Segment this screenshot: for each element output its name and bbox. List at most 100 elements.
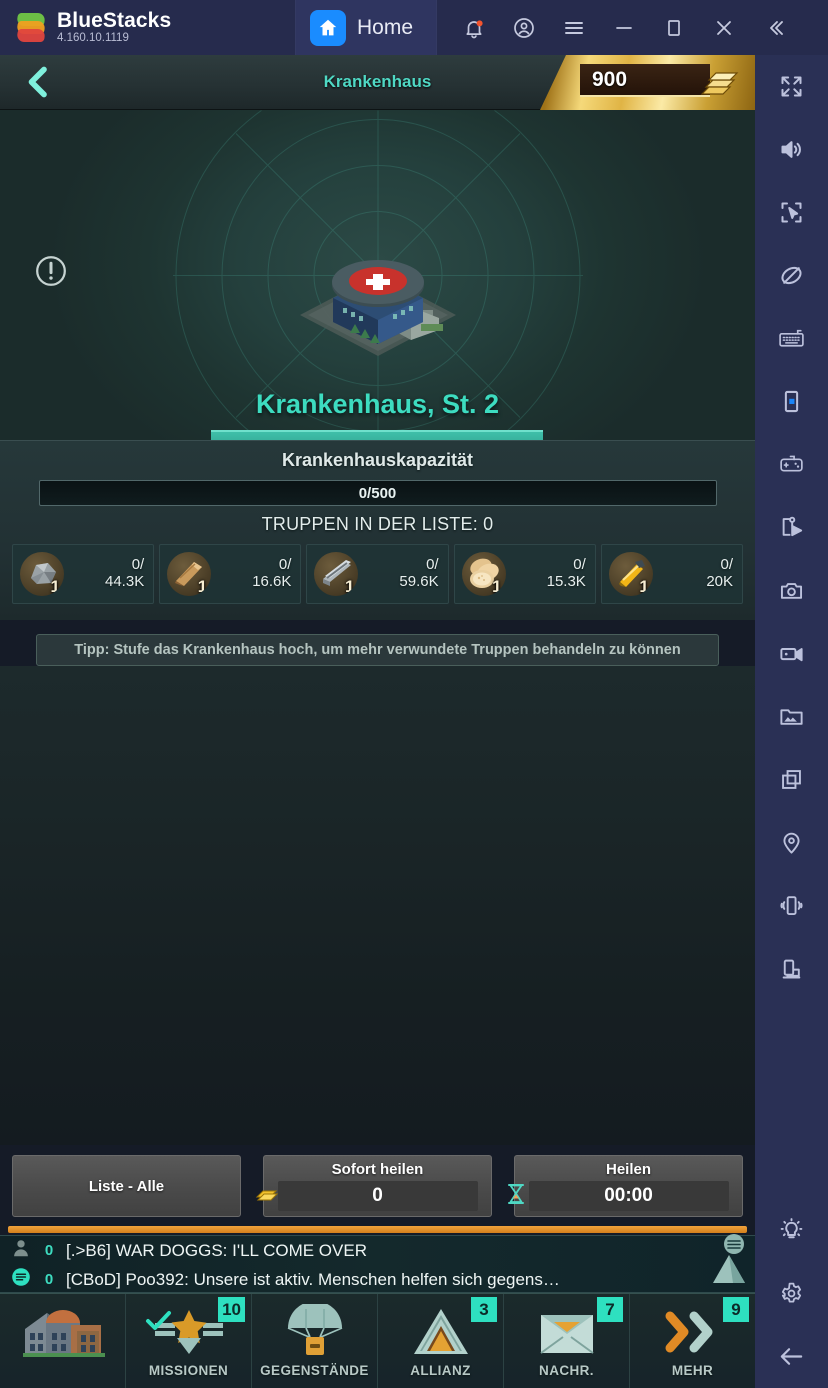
tab-home[interactable]: Home: [295, 0, 437, 55]
parachute-crate-icon: [282, 1301, 348, 1363]
chevrons-right-icon: [658, 1301, 728, 1363]
chat-count: 0: [44, 1271, 54, 1288]
building-name: Krankenhaus, St. 2: [255, 389, 500, 419]
nav-city[interactable]: [0, 1294, 126, 1388]
back-arrow-icon[interactable]: [755, 1325, 828, 1388]
check-icon: [144, 1308, 172, 1337]
capacity-value: 0/500: [358, 484, 397, 502]
fullscreen-icon[interactable]: [755, 55, 828, 118]
disable-icon[interactable]: [755, 244, 828, 307]
nav-mail-label: NACHR.: [539, 1363, 594, 1378]
gamepad-icon[interactable]: [755, 433, 828, 496]
menu-icon[interactable]: [549, 0, 599, 55]
close-icon[interactable]: [699, 0, 749, 55]
hospital-building-icon[interactable]: [293, 252, 463, 372]
account-icon[interactable]: [499, 0, 549, 55]
upgrade-button[interactable]: Verbessern: [211, 430, 543, 440]
capacity-panel: Krankenhauskapazität 0/500 TRUPPEN IN DE…: [0, 440, 755, 620]
lightbulb-icon[interactable]: [755, 1199, 828, 1262]
bread-icon: 1: [461, 552, 506, 596]
chat-line[interactable]: 0 [CBoD] Poo392: Unsere ist aktiv. Mensc…: [0, 1265, 755, 1294]
resource-current: 0/: [720, 556, 734, 574]
nav-more[interactable]: MEHR 9: [630, 1294, 755, 1388]
chat-line[interactable]: 0 [.>B6] WAR DOGGS: I'LL COME OVER: [0, 1236, 755, 1265]
gold-amount: 900: [592, 67, 628, 91]
multi-instance-icon[interactable]: [755, 748, 828, 811]
settings-gear-icon[interactable]: [755, 1262, 828, 1325]
resource-stone[interactable]: 1 0/ 44.3K: [12, 544, 155, 604]
device-portrait-icon[interactable]: [755, 370, 828, 433]
shake-device-icon[interactable]: [755, 874, 828, 937]
game-viewport: Krankenhaus 900 Krankenhaus, St. 2 Krank…: [0, 55, 755, 1388]
stone-icon: 1: [20, 552, 64, 596]
instant-heal-value: 0: [372, 1185, 383, 1206]
list-all-button[interactable]: Liste - Alle: [12, 1155, 241, 1217]
resource-fuel[interactable]: 1 0/ 20K: [600, 544, 744, 604]
capacity-progress-bar: 0/500: [38, 480, 717, 506]
minimize-icon[interactable]: [599, 0, 649, 55]
building-panel: Krankenhaus, St. 2 Verbessern: [0, 110, 755, 440]
troops-in-list: TRUPPEN IN DER LISTE: 0: [261, 514, 494, 534]
wood-icon: 1: [167, 552, 212, 596]
volume-icon[interactable]: [755, 118, 828, 181]
hourglass-icon: [505, 1182, 527, 1211]
resource-level: 1: [197, 577, 208, 596]
nav-missions-label: MISSIONEN: [148, 1363, 229, 1378]
video-record-icon[interactable]: [755, 622, 828, 685]
macro-script-icon[interactable]: [755, 496, 828, 559]
instant-heal-label: Sofort heilen: [331, 1161, 424, 1178]
resource-wood[interactable]: 1 0/ 16.6K: [159, 544, 302, 604]
nav-mail[interactable]: NACHR. 7: [504, 1294, 630, 1388]
resource-steel[interactable]: 1 0/ 59.6K: [306, 544, 449, 604]
resource-max: 15.3K: [546, 573, 586, 590]
resource-row: 1 0/ 44.3K 1 0/ 16.6K 1 0/ 59.6K 1 0/ 15…: [0, 535, 755, 604]
nav-alliance[interactable]: ALLIANZ 3: [378, 1294, 504, 1388]
nav-items-label: GEGENSTÄNDE: [260, 1363, 369, 1378]
keyboard-icon[interactable]: [755, 307, 828, 370]
steel-icon: 1: [314, 552, 359, 596]
bluestacks-titlebar: BlueStacks 4.160.10.1119 Home World W: [0, 0, 828, 1388]
resource-level: 1: [344, 577, 355, 596]
instant-heal-button[interactable]: Sofort heilen 0: [255, 1155, 492, 1217]
nav-missions[interactable]: MISSIONEN 10: [126, 1294, 252, 1388]
chat-text: [.>B6] WAR DOGGS: I'LL COME OVER: [66, 1240, 367, 1260]
alliance-triangle-icon: [411, 1301, 471, 1363]
media-gallery-icon[interactable]: [755, 685, 828, 748]
bluestacks-logo-icon: [14, 11, 48, 45]
cursor-select-icon[interactable]: [755, 181, 828, 244]
screenshot-camera-icon[interactable]: [755, 559, 828, 622]
heal-button[interactable]: Heilen 00:00: [507, 1155, 743, 1217]
chat-text: [CBoD] Poo392: Unsere ist aktiv. Mensche…: [66, 1269, 560, 1289]
nav-mail-badge: 7: [597, 1297, 623, 1322]
location-pin-icon[interactable]: [755, 811, 828, 874]
bluestacks-app-name: BlueStacks: [57, 9, 172, 33]
tip-wrapper: Tipp: Stufe das Krankenhaus hoch, um meh…: [0, 620, 755, 666]
nav-more-badge: 9: [723, 1297, 749, 1322]
gold-currency-plate[interactable]: 900: [540, 55, 755, 110]
resource-level: 1: [50, 577, 60, 596]
chat-scroll-indicator[interactable]: [8, 1226, 747, 1233]
resource-level: 1: [492, 577, 502, 596]
rotate-device-icon[interactable]: [755, 937, 828, 1000]
city-building-icon: [11, 1301, 115, 1363]
notifications-icon[interactable]: [449, 0, 499, 55]
bluestacks-sidebar: [755, 55, 828, 1388]
resource-current: 0/: [573, 556, 586, 574]
collapse-icon[interactable]: [749, 0, 799, 55]
maximize-icon[interactable]: [649, 0, 699, 55]
bottom-navigation: MISSIONEN 10 GEGENSTÄNDE ALLIANZ 3 NACHR…: [0, 1293, 755, 1388]
resource-current: 0/: [426, 556, 439, 574]
resource-current: 0/: [131, 556, 145, 574]
action-buttons: Liste - Alle Sofort heilen 0 Heilen 00:0…: [0, 1145, 755, 1217]
nav-items[interactable]: GEGENSTÄNDE: [252, 1294, 378, 1388]
resource-max: 16.6K: [252, 573, 292, 590]
resource-max: 20K: [706, 573, 734, 590]
chat-panel[interactable]: 0 [.>B6] WAR DOGGS: I'LL COME OVER 0 [CB…: [0, 1234, 755, 1294]
info-exclamation-icon[interactable]: [33, 253, 69, 294]
person-icon: [10, 1237, 32, 1264]
home-icon: [310, 9, 346, 46]
empty-troop-list-area: [0, 666, 755, 1145]
resource-max: 59.6K: [399, 573, 439, 590]
capacity-title: Krankenhauskapazität: [281, 450, 474, 470]
resource-bread[interactable]: 1 0/ 15.3K: [453, 544, 596, 604]
